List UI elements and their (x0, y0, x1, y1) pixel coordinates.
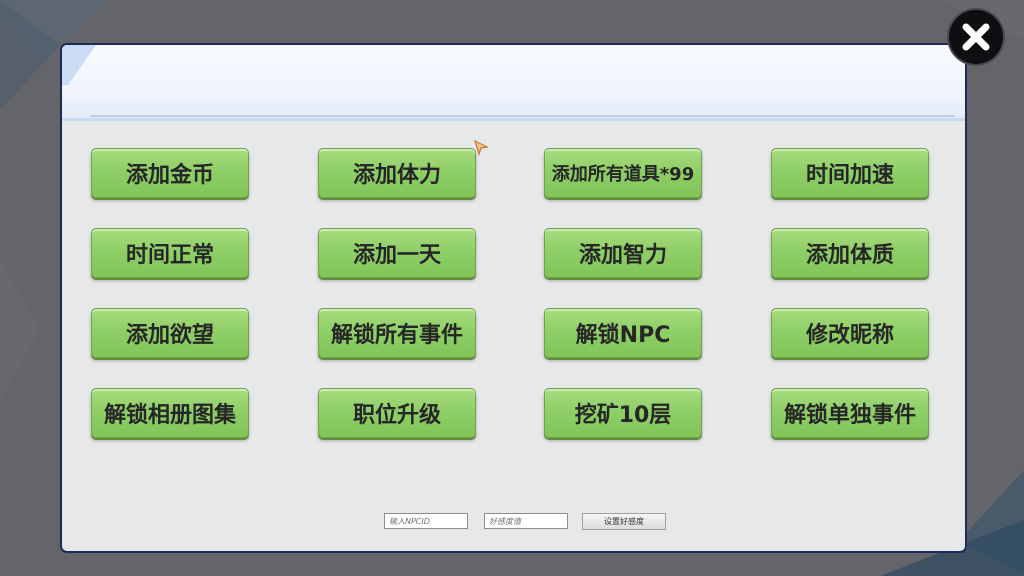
action-button[interactable]: 时间正常 (91, 228, 249, 278)
action-button[interactable]: 解锁相册图集 (91, 388, 249, 438)
npc-id-input[interactable] (384, 513, 468, 529)
action-button[interactable]: 添加一天 (318, 228, 476, 278)
favor-value-input[interactable] (484, 513, 568, 529)
close-button[interactable] (949, 10, 1003, 64)
action-button[interactable]: 职位升级 (318, 388, 476, 438)
corner-accent (62, 45, 96, 85)
action-button[interactable]: 添加欲望 (91, 308, 249, 358)
close-icon (962, 23, 990, 51)
panel-header (62, 45, 965, 121)
action-button[interactable]: 解锁单独事件 (771, 388, 929, 438)
action-button[interactable]: 添加智力 (544, 228, 702, 278)
action-button[interactable]: 挖矿10层 (544, 388, 702, 438)
action-button[interactable]: 解锁所有事件 (318, 308, 476, 358)
header-divider (90, 115, 955, 117)
action-button[interactable]: 添加体力 (318, 148, 476, 198)
action-button[interactable]: 解锁NPC (544, 308, 702, 358)
action-button[interactable]: 时间加速 (771, 148, 929, 198)
action-button[interactable]: 添加所有道具*99 (544, 148, 702, 198)
action-button[interactable]: 修改昵称 (771, 308, 929, 358)
cheat-panel (60, 43, 967, 553)
mouse-cursor-icon (474, 140, 488, 156)
action-button[interactable]: 添加金币 (91, 148, 249, 198)
action-button[interactable]: 添加体质 (771, 228, 929, 278)
set-favor-button[interactable]: 设置好感度 (582, 513, 666, 530)
